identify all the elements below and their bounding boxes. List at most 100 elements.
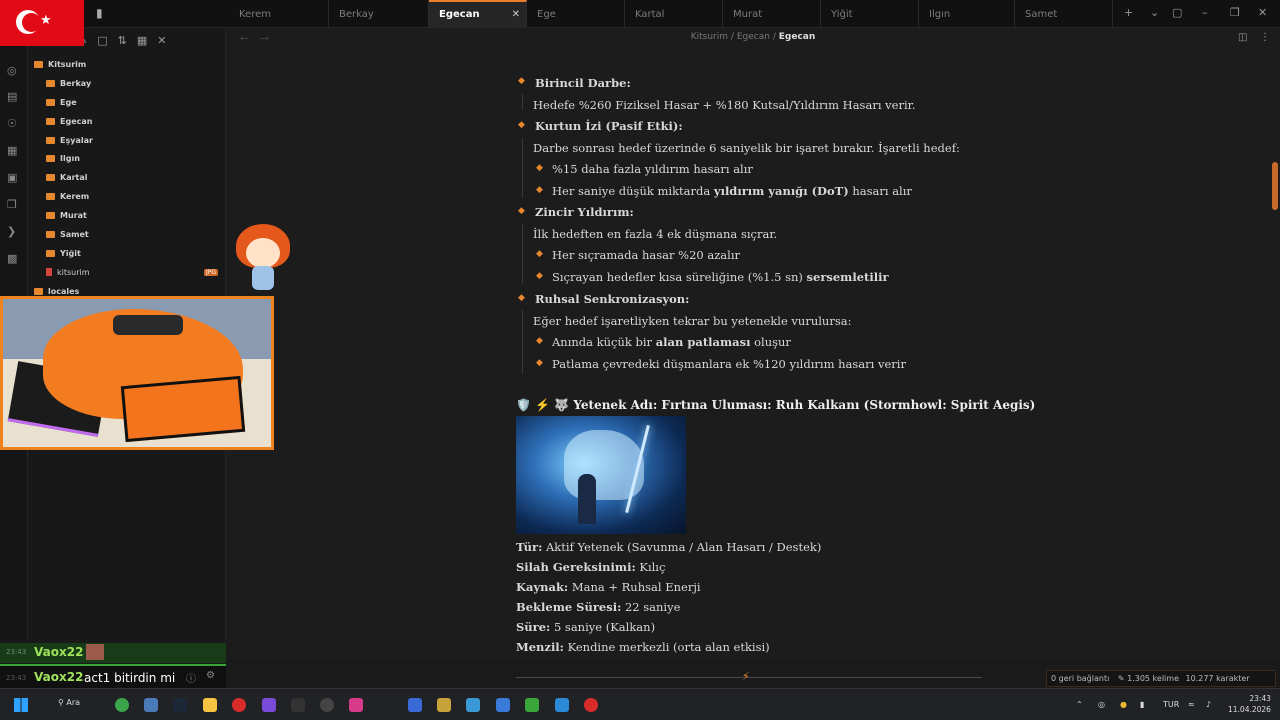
terminal-icon[interactable]: ❯	[7, 225, 16, 238]
folder-label: Murat	[60, 211, 87, 220]
tab-ege[interactable]: Ege	[527, 0, 625, 28]
bullet-icon: ◆	[518, 206, 525, 216]
github-icon[interactable]	[320, 698, 334, 712]
minecraft-icon[interactable]	[525, 698, 539, 712]
capcut-icon[interactable]	[291, 698, 305, 712]
folder-label: Yiğit	[60, 249, 81, 258]
tab-samet[interactable]: Samet	[1015, 0, 1113, 28]
folder-item[interactable]: Yiğit	[46, 249, 81, 258]
lightning-divider-icon: ⚡	[742, 670, 750, 683]
search-label: Ara	[66, 698, 81, 707]
layout-icon[interactable]: ▢	[1172, 6, 1182, 19]
backlinks-count[interactable]: 0 geri bağlantı	[1051, 674, 1109, 683]
minimize-button[interactable]: –	[1202, 6, 1208, 19]
collapse-icon[interactable]: ▦	[137, 34, 157, 47]
bullet-icon: ◆	[536, 271, 543, 281]
text-span: Her saniye düşük miktarda	[552, 184, 714, 198]
folder-root[interactable]: Kitsurim	[34, 60, 86, 69]
tray-icon[interactable]: ▮	[1140, 700, 1144, 709]
steam-icon[interactable]	[173, 698, 187, 712]
graph-icon[interactable]: ☉	[7, 117, 17, 130]
taskbar-search[interactable]: ⚲ Ara	[58, 698, 80, 707]
maximize-button[interactable]: ❐	[1230, 6, 1240, 19]
tab-kerem[interactable]: Kerem	[229, 0, 329, 28]
tab-label: Samet	[1025, 9, 1058, 20]
bookmark-icon[interactable]: ▮	[96, 6, 103, 20]
chevron-up-icon[interactable]: ⌃	[1076, 700, 1083, 709]
help-icon[interactable]: ⓘ	[186, 670, 196, 685]
sort-icon[interactable]: ⇅	[118, 34, 137, 47]
folder-item[interactable]: Eşyalar	[46, 136, 93, 145]
calendar-icon[interactable]: ▣	[7, 171, 17, 184]
grid-icon[interactable]: ▩	[7, 252, 17, 265]
folder-item[interactable]: Ilgın	[46, 154, 80, 163]
tab-kartal[interactable]: Kartal	[625, 0, 723, 28]
sign-shape	[120, 375, 246, 443]
folder-item[interactable]: Murat	[46, 211, 87, 220]
file-item[interactable]: kitsurim	[46, 268, 90, 277]
tab-label: Kartal	[635, 9, 665, 20]
folder-label: Kerem	[60, 192, 90, 201]
windows-start-icon[interactable]	[14, 698, 28, 712]
language-indicator[interactable]: TUR	[1163, 700, 1179, 709]
tab-murat[interactable]: Murat	[723, 0, 821, 28]
tab-yigit[interactable]: Yiğit	[821, 0, 919, 28]
folder-item[interactable]: Berkay	[46, 79, 91, 88]
more-options-icon[interactable]: ⋮	[1260, 32, 1270, 43]
app-icon[interactable]	[555, 698, 569, 712]
close-icon[interactable]: ✕	[512, 2, 520, 28]
riot-icon[interactable]	[437, 698, 451, 712]
ability-heading: 🛡️ ⚡ 🐺 Yetenek Adı: Fırtına Uluması: Ruh…	[516, 398, 1035, 412]
new-folder-icon[interactable]: □	[97, 34, 117, 47]
explorer-icon[interactable]	[144, 698, 158, 712]
blocks-icon[interactable]: ▦	[7, 144, 17, 157]
tab-ilgin[interactable]: Ilgın	[919, 0, 1015, 28]
breadcrumb-item[interactable]: Egecan	[737, 32, 770, 42]
map-icon[interactable]: ◎	[7, 64, 17, 77]
property-key: Kaynak:	[516, 580, 569, 594]
folder-item-partial[interactable]: locales	[34, 287, 79, 296]
folder-label: Kartal	[60, 173, 88, 182]
new-tab-button[interactable]: +	[1124, 6, 1133, 19]
folder-item[interactable]: Kartal	[46, 173, 88, 182]
tray-icon[interactable]: ●	[1120, 700, 1127, 709]
bullet-icon: ◆	[518, 76, 525, 86]
clock[interactable]: 23:43 11.04.2026	[1228, 693, 1271, 715]
tab-list-dropdown[interactable]: ⌄	[1150, 6, 1159, 19]
property-value: 5 saniye (Kalkan)	[553, 620, 656, 634]
copy-icon[interactable]: ❐	[7, 198, 17, 211]
breadcrumb: Kitsurim / Egecan / Egecan	[226, 32, 1280, 42]
turkish-flag-overlay: ★	[0, 0, 84, 46]
instagram-icon[interactable]	[349, 698, 363, 712]
tab-berkay[interactable]: Berkay	[329, 0, 429, 28]
text-span: oluşur	[750, 335, 791, 349]
gear-icon[interactable]: ⚙	[206, 670, 215, 681]
section-text: Darbe sonrası hedef üzerinde 6 saniyelik…	[533, 141, 960, 155]
reading-view-icon[interactable]: ◫	[1238, 32, 1247, 43]
text-span: hasarı alır	[848, 184, 912, 198]
tab-label: Yiğit	[831, 9, 853, 20]
wifi-icon[interactable]: ≈	[1188, 700, 1195, 709]
headband-shape	[113, 315, 183, 335]
close-window-button[interactable]: ✕	[1258, 6, 1267, 19]
folder-icon[interactable]	[203, 698, 217, 712]
tab-egecan[interactable]: Egecan ✕	[429, 0, 527, 28]
folder-item[interactable]: Ege	[46, 98, 77, 107]
property-value: Mana + Ruhsal Enerji	[571, 580, 701, 594]
breadcrumb-item[interactable]: Kitsurim	[691, 32, 728, 42]
app-icon[interactable]	[408, 698, 422, 712]
app-icon[interactable]	[496, 698, 510, 712]
tray-icon[interactable]: ◎	[1098, 700, 1105, 709]
folder-item[interactable]: Kerem	[46, 192, 89, 201]
xbox-icon[interactable]	[115, 698, 129, 712]
obsidian-icon[interactable]	[262, 698, 276, 712]
scrollbar-thumb[interactable]	[1272, 162, 1278, 210]
app-icon[interactable]	[466, 698, 480, 712]
close-icon[interactable]: ✕	[157, 34, 176, 47]
opera-icon[interactable]	[232, 698, 246, 712]
file-icon[interactable]: ▤	[7, 90, 17, 103]
folder-item[interactable]: Samet	[46, 230, 89, 239]
speaker-icon[interactable]: ♪	[1206, 700, 1211, 709]
app-icon[interactable]	[584, 698, 598, 712]
folder-item[interactable]: Egecan	[46, 117, 92, 126]
